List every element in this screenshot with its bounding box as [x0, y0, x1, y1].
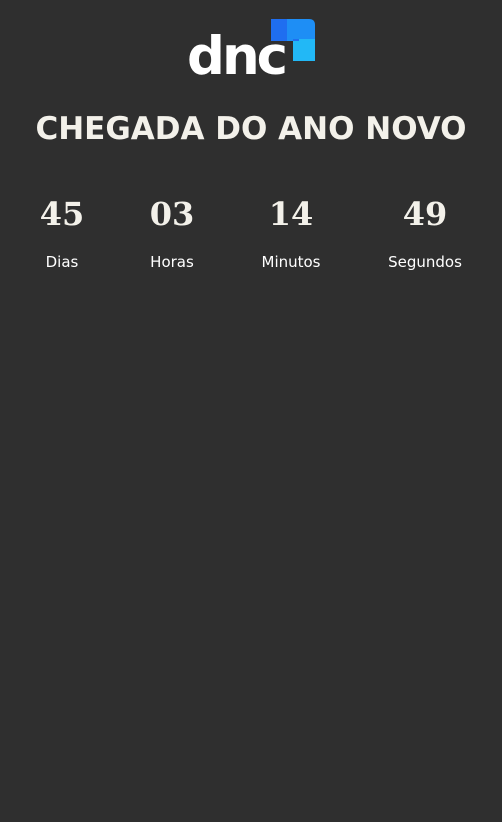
dnc-logo: dnc [187, 18, 317, 84]
days-value: 45 [39, 195, 85, 233]
page-title: CHEGADA DO ANO NOVO [35, 111, 467, 147]
countdown-days: 45 Dias [2, 190, 122, 270]
hours-label: Horas [150, 253, 194, 271]
logo-squares-icon [271, 19, 315, 61]
minutes-label: Minutos [261, 253, 321, 271]
countdown: 45 Dias 03 Horas 14 Minutos 49 Segundos [0, 190, 502, 290]
countdown-minutes: 14 Minutos [231, 190, 351, 270]
countdown-hours: 03 Horas [112, 190, 232, 270]
countdown-seconds: 49 Segundos [365, 190, 485, 270]
hours-value: 03 [149, 195, 195, 233]
seconds-value: 49 [402, 195, 448, 233]
seconds-label: Segundos [388, 253, 462, 271]
minutes-value: 14 [268, 195, 314, 233]
days-label: Dias [45, 253, 79, 271]
